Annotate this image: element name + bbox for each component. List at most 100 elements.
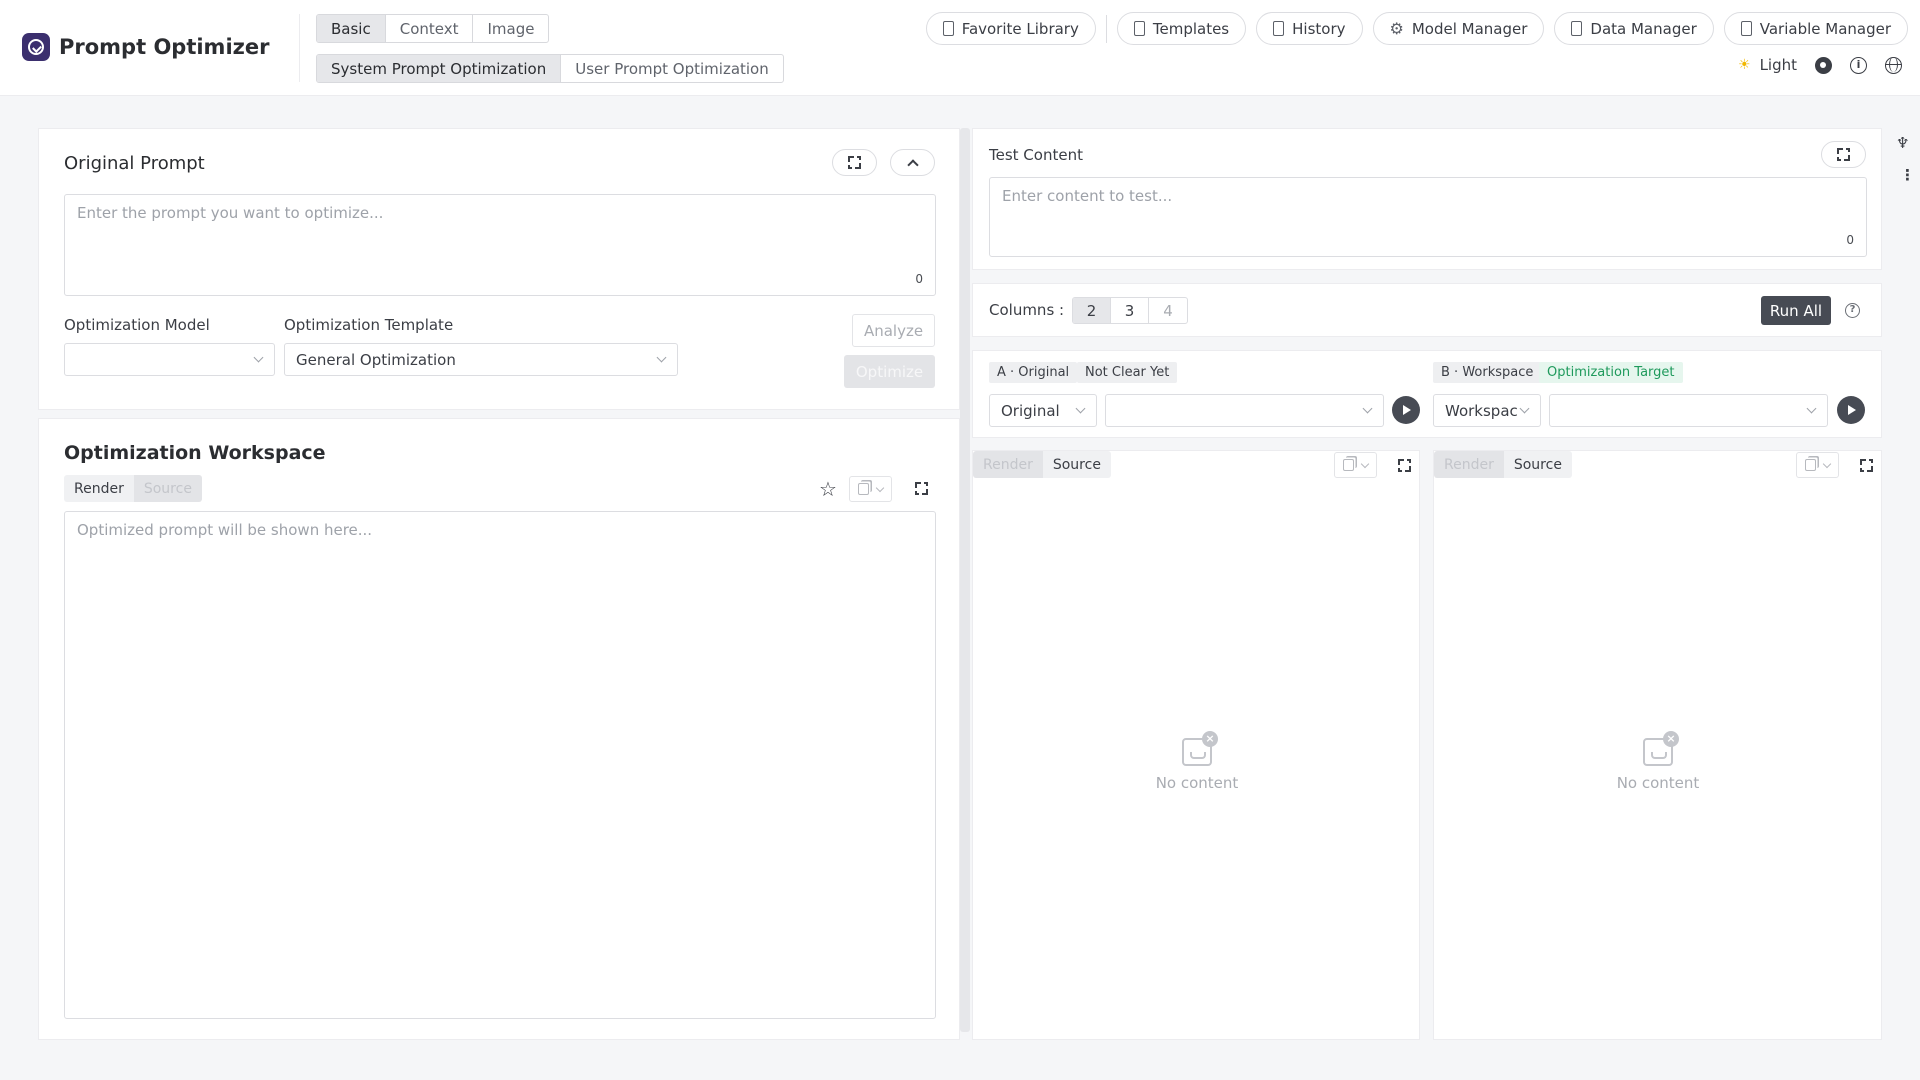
chevron-down-icon — [1519, 403, 1530, 414]
workspace-source-tab[interactable]: Source — [133, 475, 202, 502]
templates-button[interactable]: Templates — [1116, 12, 1247, 45]
optimization-model-label: Optimization Model — [64, 316, 210, 334]
column-a-status: Not Clear Yet — [1077, 362, 1178, 383]
panel-splitter[interactable] — [960, 128, 970, 1032]
columns-option-4[interactable]: 4 — [1149, 298, 1187, 323]
tab-system-prompt[interactable]: System Prompt Optimization — [317, 55, 562, 82]
expand-workspace-button[interactable] — [915, 482, 928, 495]
bookmark-icon — [942, 21, 954, 36]
chevron-down-icon — [1360, 459, 1370, 468]
optimized-prompt-placeholder: Optimized prompt will be shown here... — [77, 521, 373, 539]
column-a-render-tab[interactable]: Render — [973, 451, 1043, 478]
column-b-result-panel: Render Source × No content — [1433, 450, 1882, 1040]
data-manager-button[interactable]: Data Manager — [1554, 12, 1714, 45]
chevron-down-icon — [253, 352, 264, 363]
copy-icon — [858, 483, 869, 495]
collapse-original-button[interactable] — [890, 149, 935, 176]
optimization-template-select[interactable]: General Optimization — [284, 343, 678, 376]
tab-user-prompt[interactable]: User Prompt Optimization — [561, 55, 783, 82]
column-b-run-button[interactable] — [1837, 396, 1865, 424]
optimization-model-select[interactable] — [64, 343, 275, 376]
column-b-expand-button[interactable] — [1860, 459, 1873, 472]
column-a-empty-state: × No content — [1147, 731, 1247, 792]
column-a-view-toggle: Render Source — [973, 451, 1111, 478]
optimize-button[interactable]: Optimize — [844, 355, 935, 388]
more-vertical-icon[interactable]: ⋮ — [1900, 166, 1915, 184]
column-a-run-button[interactable] — [1392, 396, 1420, 424]
history-icon — [1273, 21, 1285, 36]
app-title: Prompt Optimizer — [59, 35, 270, 59]
model-manager-button[interactable]: ⚙ Model Manager — [1372, 12, 1545, 45]
gear-icon: ⚙ — [1389, 18, 1404, 38]
brand[interactable]: Prompt Optimizer — [22, 33, 269, 61]
chevron-down-icon — [1806, 403, 1817, 414]
theme-label: Light — [1759, 56, 1797, 74]
play-icon — [1403, 405, 1411, 415]
favorite-star-icon[interactable]: ☆ — [819, 477, 837, 501]
expand-icon — [915, 482, 928, 495]
variable-manager-label: Variable Manager — [1759, 19, 1891, 38]
play-icon — [1848, 405, 1856, 415]
columns-card: Columns : 2 3 4 Run All ? — [972, 283, 1882, 337]
column-b-copy-menu[interactable] — [1796, 452, 1839, 478]
history-button[interactable]: History — [1256, 12, 1363, 45]
original-prompt-title: Original Prompt — [64, 153, 205, 174]
column-a-tag: A · Original — [989, 362, 1078, 383]
data-icon — [1571, 21, 1583, 36]
expand-original-button[interactable] — [832, 149, 877, 176]
columns-option-3[interactable]: 3 — [1111, 298, 1149, 323]
column-b-status: Optimization Target — [1539, 362, 1683, 383]
columns-option-2[interactable]: 2 — [1073, 298, 1111, 323]
column-b-empty-text: No content — [1616, 774, 1700, 792]
optimized-prompt-output[interactable]: Optimized prompt will be shown here... — [64, 511, 936, 1019]
analyze-button[interactable]: Analyze — [852, 314, 935, 347]
help-icon[interactable]: ? — [1845, 303, 1860, 318]
test-char-count: 0 — [1846, 233, 1854, 247]
column-a-source-tab[interactable]: Source — [1042, 451, 1111, 478]
info-icon[interactable] — [1850, 56, 1867, 74]
workspace-render-tab[interactable]: Render — [64, 475, 134, 502]
original-prompt-placeholder: Enter the prompt you want to optimize... — [77, 204, 384, 222]
run-all-button[interactable]: Run All — [1761, 296, 1831, 325]
test-content-input[interactable]: Enter content to test... 0 — [989, 177, 1867, 257]
original-prompt-input[interactable]: Enter the prompt you want to optimize...… — [64, 194, 936, 296]
column-a-result-panel: Render Source × No content — [972, 450, 1420, 1040]
variable-icon — [1740, 21, 1752, 36]
variant-config-card: A · Original Not Clear Yet Original B · … — [972, 350, 1882, 438]
expand-test-button[interactable] — [1821, 141, 1866, 168]
optimization-workspace-card: Optimization Workspace Render Source ☆ O… — [38, 418, 960, 1040]
github-icon[interactable] — [1815, 56, 1832, 74]
chevron-down-icon — [875, 483, 885, 492]
column-b-render-tab[interactable]: Render — [1434, 451, 1504, 478]
tab-image[interactable]: Image — [473, 15, 548, 42]
tab-context[interactable]: Context — [386, 15, 474, 42]
original-prompt-card: Original Prompt Enter the prompt you wan… — [38, 128, 960, 410]
column-a-copy-menu[interactable] — [1334, 452, 1377, 478]
column-a-expand-button[interactable] — [1398, 459, 1411, 472]
workspace-view-toggle: Render Source — [64, 475, 202, 502]
chevron-down-icon — [1362, 403, 1373, 414]
theme-toggle[interactable]: ☀ Light — [1738, 56, 1797, 74]
variable-manager-button[interactable]: Variable Manager — [1723, 12, 1908, 45]
column-b-model-select[interactable] — [1549, 394, 1828, 427]
original-char-count: 0 — [915, 272, 923, 286]
expand-icon — [1398, 459, 1411, 472]
copy-menu[interactable] — [849, 476, 892, 502]
test-content-placeholder: Enter content to test... — [1002, 187, 1173, 205]
expand-icon — [1860, 459, 1873, 472]
header-divider — [299, 14, 300, 82]
test-content-title: Test Content — [989, 146, 1083, 164]
column-b-source-tab[interactable]: Source — [1503, 451, 1572, 478]
tab-basic[interactable]: Basic — [317, 15, 386, 42]
copy-icon — [1343, 459, 1354, 471]
columns-label: Columns : — [989, 301, 1065, 319]
expand-icon — [848, 156, 861, 169]
workspace-title: Optimization Workspace — [64, 442, 326, 464]
optimization-template-label: Optimization Template — [284, 316, 454, 334]
column-a-model-select[interactable] — [1105, 394, 1384, 427]
column-b-source-select[interactable]: Workspace — [1433, 394, 1541, 427]
lotus-icon[interactable]: ♆ — [1896, 134, 1909, 152]
language-icon[interactable] — [1885, 56, 1902, 74]
column-a-source-select[interactable]: Original — [989, 394, 1097, 427]
favorite-library-button[interactable]: Favorite Library — [925, 12, 1096, 45]
